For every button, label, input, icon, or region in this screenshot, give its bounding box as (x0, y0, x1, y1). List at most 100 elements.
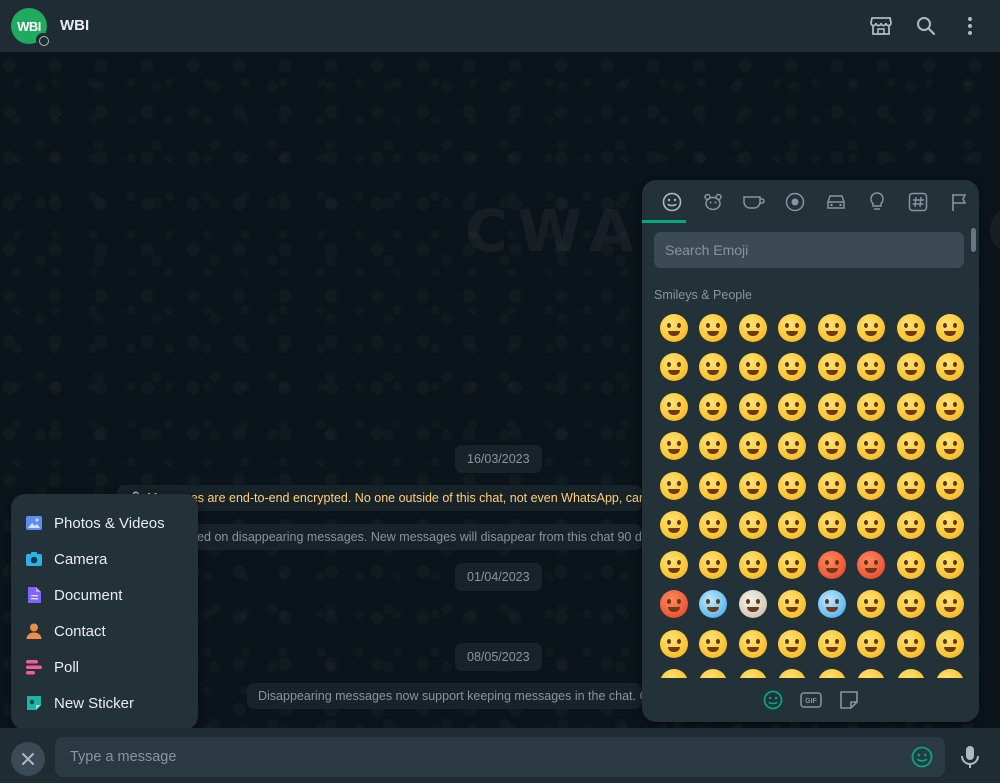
emoji-scrollbar[interactable] (971, 228, 976, 252)
contact-name[interactable]: WBI (60, 17, 89, 34)
emoji-item[interactable] (694, 387, 734, 427)
emoji-tab-button[interactable] (760, 687, 786, 713)
emoji-item[interactable] (852, 624, 892, 664)
emoji-item[interactable] (773, 545, 813, 585)
emoji-item[interactable] (773, 624, 813, 664)
gif-tab-button[interactable]: GIF (798, 687, 824, 713)
emoji-item[interactable] (852, 466, 892, 506)
emoji-item[interactable] (931, 585, 971, 625)
emoji-item[interactable] (733, 585, 773, 625)
emoji-item[interactable] (694, 545, 734, 585)
emoji-item[interactable] (812, 387, 852, 427)
search-icon[interactable] (914, 14, 938, 38)
emoji-item[interactable] (733, 466, 773, 506)
emoji-item[interactable] (733, 348, 773, 388)
emoji-item[interactable] (891, 427, 931, 467)
tab-smileys[interactable] (652, 180, 693, 223)
emoji-item[interactable] (694, 664, 734, 678)
emoji-item[interactable] (812, 348, 852, 388)
emoji-item[interactable] (812, 545, 852, 585)
emoji-item[interactable] (654, 387, 694, 427)
avatar[interactable]: WBI (11, 8, 50, 47)
tab-objects[interactable] (856, 180, 897, 223)
emoji-item[interactable] (773, 387, 813, 427)
emoji-item[interactable] (733, 427, 773, 467)
attach-poll[interactable]: Poll (11, 649, 198, 685)
emoji-item[interactable] (733, 387, 773, 427)
emoji-item[interactable] (773, 585, 813, 625)
emoji-item[interactable] (812, 427, 852, 467)
emoji-item[interactable] (852, 427, 892, 467)
emoji-item[interactable] (931, 545, 971, 585)
emoji-item[interactable] (773, 664, 813, 678)
message-input[interactable] (55, 737, 945, 777)
emoji-item[interactable] (891, 308, 931, 348)
attach-document[interactable]: Document (11, 577, 198, 613)
catalog-icon[interactable] (869, 14, 893, 38)
emoji-item[interactable] (891, 506, 931, 546)
keep-messages-notice[interactable]: Disappearing messages now support keepin… (247, 683, 642, 709)
emoji-item[interactable] (852, 348, 892, 388)
tab-travel[interactable] (816, 180, 857, 223)
voice-record-button[interactable] (958, 744, 982, 770)
emoji-item[interactable] (733, 308, 773, 348)
emoji-item[interactable] (891, 624, 931, 664)
emoji-item[interactable] (654, 466, 694, 506)
emoji-item[interactable] (654, 664, 694, 678)
sticker-tab-button[interactable] (836, 687, 862, 713)
emoji-item[interactable] (891, 466, 931, 506)
emoji-item[interactable] (773, 466, 813, 506)
emoji-item[interactable] (654, 427, 694, 467)
emoji-item[interactable] (694, 624, 734, 664)
emoji-item[interactable] (852, 585, 892, 625)
emoji-item[interactable] (891, 664, 931, 678)
emoji-item[interactable] (694, 506, 734, 546)
more-vert-icon[interactable] (958, 14, 982, 38)
emoji-item[interactable] (654, 545, 694, 585)
disappearing-notice[interactable]: You turned on disappearing messages. New… (140, 524, 642, 550)
tab-activity[interactable] (775, 180, 816, 223)
emoji-item[interactable] (773, 506, 813, 546)
emoji-item[interactable] (931, 664, 971, 678)
emoji-item[interactable] (852, 506, 892, 546)
emoji-item[interactable] (931, 387, 971, 427)
attach-camera[interactable]: Camera (11, 541, 198, 577)
emoji-item[interactable] (931, 348, 971, 388)
emoji-item[interactable] (852, 664, 892, 678)
emoji-item[interactable] (812, 664, 852, 678)
emoji-item[interactable] (654, 348, 694, 388)
tab-symbols[interactable] (897, 180, 938, 223)
close-attach-button[interactable] (11, 742, 45, 776)
emoji-item[interactable] (931, 466, 971, 506)
emoji-item[interactable] (733, 545, 773, 585)
emoji-item[interactable] (812, 308, 852, 348)
attach-contact[interactable]: Contact (11, 613, 198, 649)
emoji-search-input[interactable]: Search Emoji (654, 232, 964, 268)
emoji-item[interactable] (733, 506, 773, 546)
emoji-item[interactable] (931, 427, 971, 467)
emoji-item[interactable] (733, 624, 773, 664)
emoji-item[interactable] (694, 466, 734, 506)
emoji-item[interactable] (812, 624, 852, 664)
emoji-item[interactable] (694, 585, 734, 625)
emoji-item[interactable] (812, 506, 852, 546)
emoji-item[interactable] (773, 348, 813, 388)
emoji-item[interactable] (654, 308, 694, 348)
emoji-item[interactable] (891, 348, 931, 388)
emoji-item[interactable] (773, 427, 813, 467)
emoji-item[interactable] (812, 466, 852, 506)
tab-animals[interactable] (693, 180, 734, 223)
emoji-item[interactable] (773, 308, 813, 348)
emoji-item[interactable] (694, 427, 734, 467)
emoji-item[interactable] (891, 387, 931, 427)
emoji-item[interactable] (694, 308, 734, 348)
emoji-item[interactable] (812, 585, 852, 625)
emoji-item[interactable] (852, 308, 892, 348)
input-emoji-button[interactable] (911, 746, 933, 768)
emoji-item[interactable] (931, 506, 971, 546)
emoji-item[interactable] (654, 624, 694, 664)
tab-flags[interactable] (938, 180, 979, 223)
emoji-item[interactable] (852, 545, 892, 585)
emoji-item[interactable] (891, 585, 931, 625)
tab-food[interactable] (734, 180, 775, 223)
